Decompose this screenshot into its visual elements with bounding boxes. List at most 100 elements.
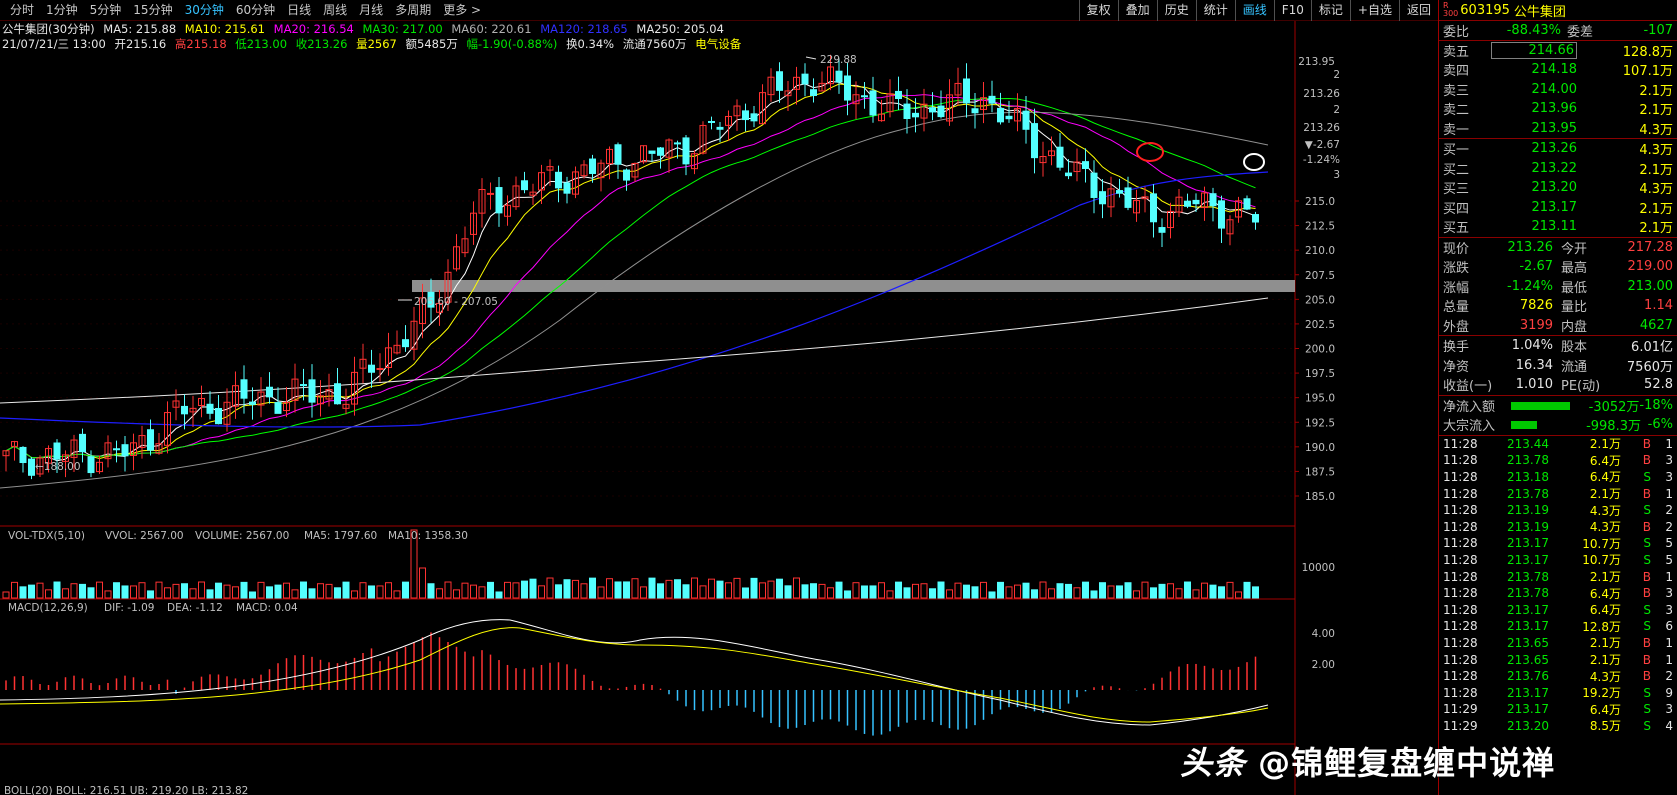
- period-tab[interactable]: 60分钟: [230, 0, 281, 21]
- ask-row[interactable]: 卖二 213.96 2.1万: [1439, 99, 1677, 119]
- stat-value: -1.24%: [1507, 278, 1553, 294]
- volume-bar: [444, 581, 452, 599]
- price-tick-label: 215.0: [1305, 196, 1335, 208]
- bar-date: 21/07/21/三 13:00: [2, 37, 106, 51]
- candle-body: [674, 142, 681, 145]
- volume-bar: [929, 588, 936, 599]
- period-tab[interactable]: 分时: [4, 0, 40, 21]
- volume-bar: [521, 580, 528, 599]
- tick-volume: 4.3万: [1589, 669, 1621, 684]
- tick-side: B: [1642, 669, 1651, 684]
- flow-bar: [1511, 421, 1537, 429]
- ask-volume: 128.8万: [1622, 44, 1673, 60]
- tick-count: 3: [1665, 469, 1673, 484]
- candle-body: [801, 73, 809, 85]
- bid-row[interactable]: 买一 213.26 4.3万: [1439, 139, 1677, 159]
- tool-button[interactable]: 复权: [1078, 0, 1118, 21]
- volume-bar: [946, 589, 953, 599]
- price-tick-label: 202.5: [1305, 319, 1335, 331]
- tick-list[interactable]: 11:28 213.44 2.1万 B 1 11:28 213.78 6.4万 B 3 11:28 2…: [1439, 436, 1677, 735]
- tool-button[interactable]: 叠加: [1117, 0, 1157, 21]
- bid-price: 213.11: [1531, 219, 1578, 235]
- period-tab[interactable]: 月线: [353, 0, 389, 21]
- volume-bar: [512, 582, 520, 599]
- volume-bar: [657, 583, 664, 599]
- tick-count: 1: [1665, 635, 1673, 650]
- period-tab[interactable]: 30分钟: [179, 0, 230, 21]
- candle-body: [19, 446, 27, 464]
- vol-legend: VOLUME: 2567.00: [195, 530, 289, 542]
- tick-time: 11:28: [1443, 486, 1478, 501]
- period-tab[interactable]: 1分钟: [40, 0, 84, 21]
- bid-row[interactable]: 买二 213.22 2.1万: [1439, 159, 1677, 179]
- tool-button[interactable]: 标记: [1310, 0, 1350, 21]
- candle-body: [623, 169, 630, 181]
- tick-volume: 6.4万: [1589, 470, 1621, 485]
- bid-label: 买三: [1443, 182, 1470, 198]
- price-tick-label: 197.5: [1305, 368, 1335, 380]
- volume-bar: [121, 585, 129, 599]
- vol-tick-label: 10000: [1302, 562, 1335, 574]
- period-tab[interactable]: 5分钟: [84, 0, 128, 21]
- bar-sector[interactable]: 电气设备: [695, 37, 741, 51]
- fund-label: 流通: [1561, 359, 1588, 375]
- period-tab[interactable]: 多周期: [389, 0, 437, 21]
- tick-count: 3: [1665, 586, 1673, 601]
- bar-volume: 量2567: [356, 37, 397, 51]
- tick-row: 11:28 213.17 10.7万 S 5: [1439, 552, 1677, 569]
- tool-button[interactable]: 历史: [1156, 0, 1196, 21]
- tool-button[interactable]: +自选: [1349, 0, 1399, 21]
- tick-row: 11:28 213.17 12.8万 S 6: [1439, 618, 1677, 635]
- chart-canvas[interactable]: 215.0 212.5 210.0 207.5 205.0 202.5 200.0 197.5…: [0, 0, 1438, 795]
- flow-value: -998.3万: [1586, 419, 1641, 435]
- period-tab[interactable]: 15分钟: [127, 0, 178, 21]
- candle-body: [614, 144, 622, 165]
- flow-row: 大宗流入 -998.3万 -6%: [1439, 415, 1677, 435]
- tool-button[interactable]: 画线: [1234, 0, 1274, 21]
- bid-row[interactable]: 买三 213.20 4.3万: [1439, 178, 1677, 198]
- volume-bar: [461, 582, 469, 599]
- tick-volume: 6.4万: [1589, 453, 1621, 468]
- ask-volume: 2.1万: [1639, 103, 1673, 119]
- candle-body: [988, 95, 996, 104]
- volume-bar: [393, 590, 401, 599]
- candle-body: [912, 112, 919, 118]
- candle-body: [810, 89, 817, 97]
- volume-bar: [1116, 585, 1123, 599]
- tick-count: 2: [1665, 669, 1673, 684]
- volume-bar: [631, 578, 639, 599]
- tool-button[interactable]: 返回: [1398, 0, 1438, 21]
- tick-count: 1: [1665, 652, 1673, 667]
- vol-legend: VVOL: 2567.00: [105, 530, 184, 542]
- period-tab[interactable]: 日线: [281, 0, 317, 21]
- period-tab[interactable]: 周线: [317, 0, 353, 21]
- ma120-line: [0, 171, 1269, 428]
- tick-count: 2: [1665, 503, 1673, 518]
- ask-row[interactable]: 卖四 214.18 107.1万: [1439, 60, 1677, 80]
- tool-button[interactable]: 统计: [1195, 0, 1235, 21]
- candle-body: [274, 402, 282, 414]
- watermark-text: @锦鲤复盘缠中说禅: [1258, 744, 1556, 782]
- period-tab[interactable]: 更多 >: [437, 0, 487, 21]
- volume-bar: [980, 581, 987, 599]
- bid-row[interactable]: 买五 213.11 2.1万: [1439, 217, 1677, 237]
- ask-row[interactable]: 卖五 214.66 128.8万: [1439, 41, 1677, 61]
- ask-row[interactable]: 卖一 213.95 4.3万: [1439, 119, 1677, 139]
- tool-button[interactable]: F10: [1273, 0, 1311, 21]
- ask-row[interactable]: 卖三 214.00 2.1万: [1439, 80, 1677, 100]
- candle-body: [1116, 190, 1123, 194]
- bid-row[interactable]: 买四 213.17 2.1万: [1439, 198, 1677, 218]
- price-gap-band[interactable]: [412, 280, 1295, 292]
- candle-body: [861, 95, 868, 98]
- tick-row: 11:28 213.78 2.1万 B 1: [1439, 568, 1677, 585]
- tick-price: 213.65: [1507, 652, 1549, 667]
- stock-chart-app: 215.0 212.5 210.0 207.5 205.0 202.5 200.0 197.5…: [0, 0, 1677, 795]
- volume-bar: [1226, 581, 1234, 599]
- candle-body: [1184, 200, 1191, 207]
- stat-label: 总量: [1443, 300, 1470, 316]
- volume-bar: [776, 578, 783, 599]
- volume-bar: [1252, 586, 1259, 599]
- ask-label: 卖三: [1443, 83, 1470, 99]
- bar-turnover: 换0.34%: [566, 37, 615, 51]
- candle-body: [1099, 191, 1106, 205]
